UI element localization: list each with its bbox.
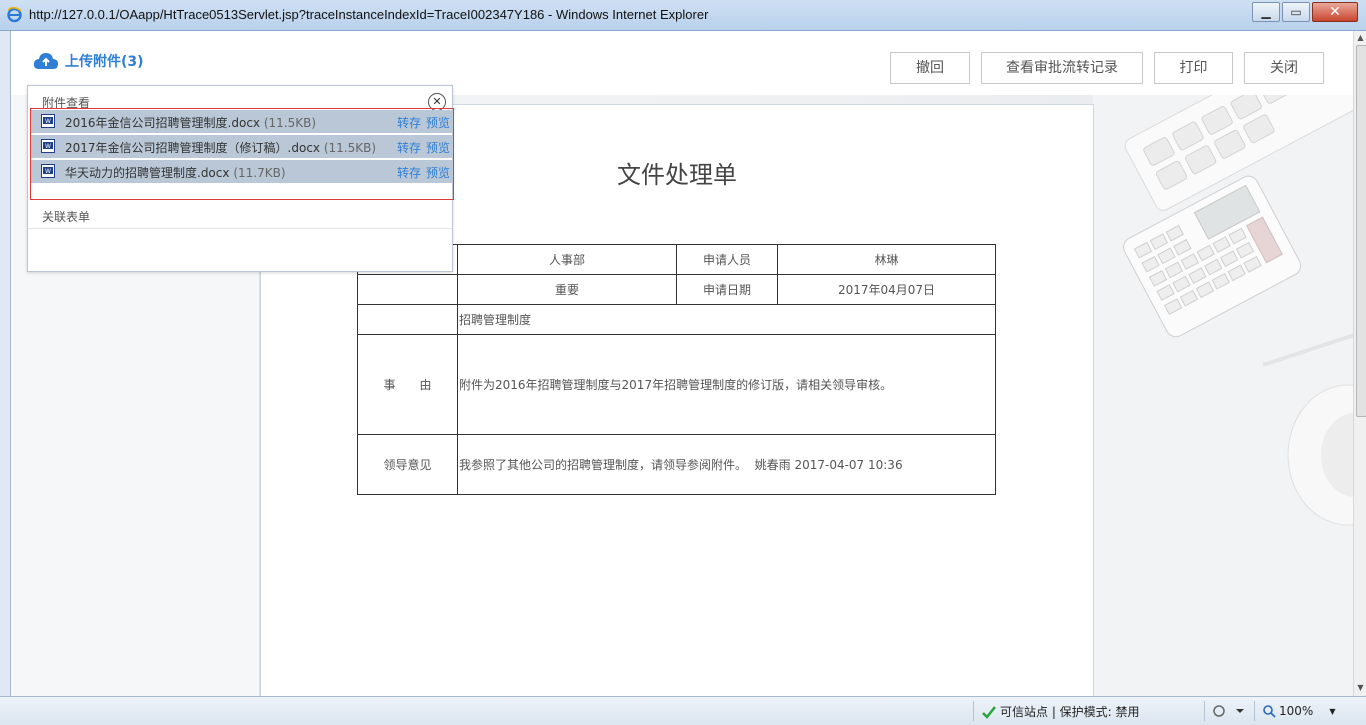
window-titlebar: http://127.0.0.1/OAapp/HtTrace0513Servle… (0, 0, 1366, 31)
scroll-down-arrow-icon[interactable]: ▼ (1354, 683, 1366, 692)
withdraw-button[interactable]: 撤回 (890, 52, 970, 84)
form-table: 人事部 申请人员 林琳 重要 申请日期 2017年04月07日 招聘管理制度 事… (357, 244, 996, 495)
maximize-button[interactable]: ▭ (1282, 2, 1310, 22)
svg-text:W: W (45, 143, 51, 150)
applicant-label: 申请人员 (676, 244, 778, 275)
attachment-size: (11.5KB) (323, 141, 377, 155)
maximize-icon: ▭ (1290, 5, 1302, 19)
date-value: 2017年04月07日 (777, 274, 996, 305)
attachment-size: (11.5KB) (263, 116, 317, 130)
opinion-label: 领导意见 (357, 434, 458, 495)
preview-link[interactable]: 预览 (426, 164, 450, 181)
minimize-button[interactable]: ▁ (1252, 2, 1280, 22)
form-cell-label-empty (357, 274, 458, 305)
status-divider (973, 701, 974, 721)
attachment-filename: 2017年金信公司招聘管理制度（修订稿）.docx (65, 141, 321, 155)
security-zone[interactable]: 可信站点 | 保护模式: 禁用 (982, 703, 1140, 720)
zoom-level: 100% (1279, 704, 1314, 718)
reason-value: 附件为2016年招聘管理制度与2017年招聘管理制度的修订版，请相关领导审核。 (457, 334, 996, 435)
internet-explorer-icon (7, 6, 22, 23)
preview-link[interactable]: 预览 (426, 139, 450, 156)
save-link[interactable]: 转存 (397, 164, 421, 181)
reason-label: 事 由 (357, 334, 458, 435)
page-content: 文件处理单 人事部 申请人员 林琳 重要 申请日期 2017年04月07日 招聘… (10, 31, 1354, 696)
popup-divider (28, 228, 452, 229)
upload-attachment-label: 上传附件(3) (65, 54, 144, 70)
save-link[interactable]: 转存 (397, 139, 421, 156)
word-document-icon: W (41, 139, 55, 153)
subject-value: 招聘管理制度 (457, 304, 996, 335)
security-zone-text: 可信站点 | 保护模式: 禁用 (1000, 705, 1140, 719)
word-document-icon: W (41, 164, 55, 178)
print-button[interactable]: 打印 (1154, 52, 1233, 84)
attachment-list: W 2016年金信公司招聘管理制度.docx (11.5KB) 转存 预览 W … (30, 108, 454, 200)
view-approval-log-button[interactable]: 查看审批流转记录 (981, 52, 1143, 84)
status-divider (1254, 701, 1255, 721)
checkmark-icon (982, 705, 996, 719)
close-button[interactable]: 关闭 (1244, 52, 1324, 84)
scroll-up-arrow-icon[interactable]: ▲ (1354, 33, 1366, 42)
attachment-filename: 华天动力的招聘管理制度.docx (65, 166, 230, 180)
attachment-item[interactable]: W 2017年金信公司招聘管理制度（修订稿）.docx (11.5KB) 转存 … (31, 135, 453, 158)
attachment-name: 2017年金信公司招聘管理制度（修订稿）.docx (11.5KB) (65, 139, 376, 156)
applicant-value: 林琳 (777, 244, 996, 275)
vertical-scrollbar[interactable]: ▲ ▼ (1353, 31, 1366, 696)
popup-blocker-icon[interactable] (1212, 704, 1244, 718)
opinion-value: 我参照了其他公司的招聘管理制度，请领导参阅附件。 姚春雨 2017-04-07 … (457, 434, 996, 495)
status-divider (1204, 701, 1205, 721)
status-bar: 可信站点 | 保护模式: 禁用 100% ▼ (0, 696, 1366, 725)
priority-value: 重要 (457, 274, 677, 305)
window-title: http://127.0.0.1/OAapp/HtTrace0513Servle… (29, 7, 709, 22)
preview-link[interactable]: 预览 (426, 114, 450, 131)
cloud-upload-icon (33, 53, 58, 69)
zoom-control[interactable]: 100% ▼ (1262, 704, 1335, 718)
related-forms-link[interactable]: 关联表单 (42, 208, 90, 225)
attachment-name: 2016年金信公司招聘管理制度.docx (11.5KB) (65, 114, 316, 131)
attachment-item[interactable]: W 2016年金信公司招聘管理制度.docx (11.5KB) 转存 预览 (31, 110, 453, 133)
save-link[interactable]: 转存 (397, 114, 421, 131)
close-icon: ✕ (1329, 4, 1341, 20)
date-label: 申请日期 (676, 274, 778, 305)
word-document-icon: W (41, 114, 55, 128)
upload-attachment-button[interactable]: 上传附件(3) (33, 51, 144, 71)
svg-text:W: W (45, 118, 51, 125)
attachment-filename: 2016年金信公司招聘管理制度.docx (65, 116, 261, 130)
attachment-name: 华天动力的招聘管理制度.docx (11.7KB) (65, 164, 286, 181)
zoom-icon (1263, 705, 1276, 718)
attachment-size: (11.7KB) (233, 166, 286, 180)
close-window-button[interactable]: ✕ (1312, 2, 1358, 22)
minimize-icon: ▁ (1261, 5, 1271, 19)
attachment-popup: 附件查看 ✕ W 2016年金信公司招聘管理制度.docx (11.5KB) 转… (27, 85, 454, 272)
form-cell-label-empty (357, 304, 458, 335)
scrollbar-thumb[interactable] (1356, 45, 1366, 417)
svg-text:W: W (45, 168, 51, 175)
department-value: 人事部 (457, 244, 677, 275)
desk-illustration (1093, 95, 1354, 696)
attachment-item[interactable]: W 华天动力的招聘管理制度.docx (11.7KB) 转存 预览 (31, 160, 453, 183)
chevron-down-icon[interactable]: ▼ (1329, 707, 1335, 716)
